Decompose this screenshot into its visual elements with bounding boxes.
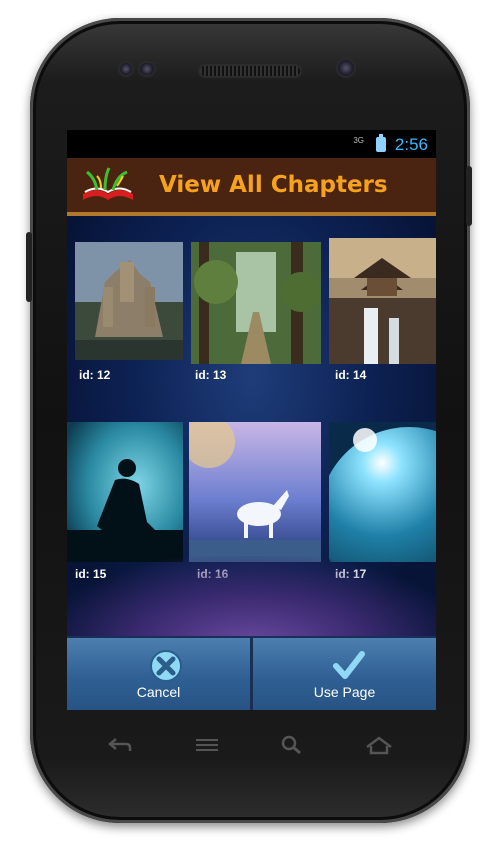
x-circle-icon bbox=[150, 650, 182, 682]
checkmark-icon bbox=[333, 651, 365, 679]
proximity-sensor bbox=[120, 63, 132, 75]
use-page-label: Use Page bbox=[313, 684, 376, 700]
volume-button bbox=[26, 232, 32, 302]
chapter-grid: id: 12 id: 13 id: 14 id: 15 id: 16 id: 1… bbox=[67, 216, 436, 646]
cancel-label: Cancel bbox=[136, 684, 181, 700]
pagoda-waterfall-image bbox=[329, 238, 436, 364]
chapter-id-label: id: 16 bbox=[197, 567, 229, 581]
chapter-id-label: id: 14 bbox=[335, 368, 367, 382]
forest-path-image bbox=[191, 242, 321, 364]
castle-image bbox=[75, 242, 183, 360]
planet-image bbox=[329, 422, 436, 562]
network-indicator: 3G bbox=[353, 136, 364, 145]
silhouette-sitting-image bbox=[67, 422, 183, 562]
unicorn-image bbox=[189, 422, 321, 562]
status-clock: 2:56 bbox=[394, 135, 428, 154]
chapter-tile[interactable]: id: 15 bbox=[67, 422, 183, 581]
search-icon[interactable] bbox=[279, 735, 305, 755]
chapter-tile[interactable]: id: 17 bbox=[329, 422, 436, 581]
chapter-id-label: id: 12 bbox=[79, 368, 111, 382]
screen: 3G 2:56 View All Chapters id: 12 id: 13 … bbox=[67, 130, 436, 710]
app-bar: View All Chapters bbox=[67, 158, 436, 216]
status-bar: 3G 2:56 bbox=[67, 130, 436, 158]
chapter-id-label: id: 17 bbox=[335, 567, 367, 581]
home-icon[interactable] bbox=[363, 735, 395, 755]
action-bar: Cancel Use Page bbox=[67, 636, 436, 710]
battery-charging-icon bbox=[376, 134, 386, 152]
chapter-tile[interactable]: id: 13 bbox=[191, 242, 321, 382]
chapter-id-label: id: 13 bbox=[195, 368, 227, 382]
menu-icon[interactable] bbox=[193, 735, 221, 755]
cancel-button[interactable]: Cancel bbox=[67, 638, 250, 710]
chapter-tile[interactable]: id: 12 bbox=[75, 242, 183, 382]
chapter-id-label: id: 15 bbox=[75, 567, 107, 581]
front-camera bbox=[338, 60, 354, 76]
chapter-tile[interactable]: id: 14 bbox=[329, 238, 436, 382]
back-icon[interactable] bbox=[106, 735, 134, 755]
chapter-tile[interactable]: id: 16 bbox=[189, 422, 321, 581]
book-with-plants-logo-icon bbox=[83, 167, 133, 200]
use-page-button[interactable]: Use Page bbox=[253, 638, 436, 710]
page-title: View All Chapters bbox=[159, 172, 388, 198]
earpiece-speaker bbox=[200, 66, 300, 76]
power-button bbox=[466, 166, 472, 226]
light-sensor bbox=[140, 63, 154, 75]
